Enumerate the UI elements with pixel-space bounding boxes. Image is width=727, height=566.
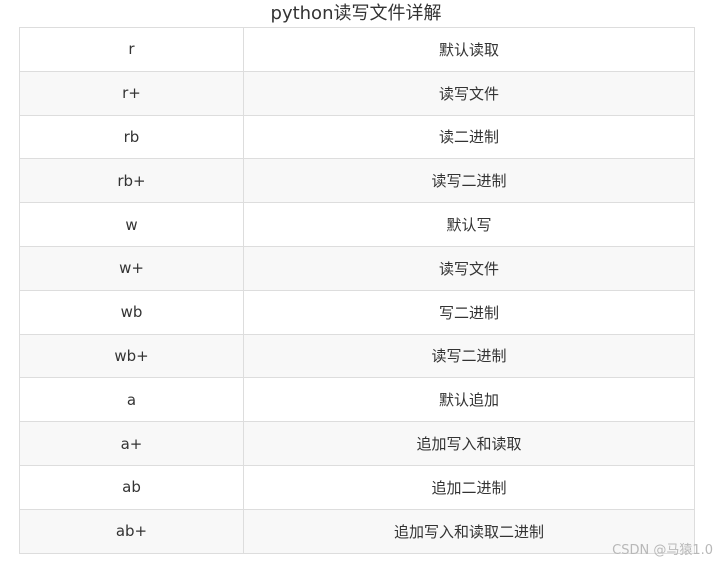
mode-cell: a	[19, 377, 244, 423]
mode-cell: a+	[19, 421, 244, 466]
description-cell: 写二进制	[243, 289, 695, 335]
mode-cell: w+	[19, 245, 244, 291]
description-cell: 读写二进制	[243, 158, 695, 204]
mode-cell: r+	[19, 70, 244, 116]
description-cell: 读写文件	[243, 70, 695, 116]
mode-cell: w	[19, 202, 244, 247]
mode-cell: r	[19, 27, 244, 72]
mode-cell: wb+	[19, 333, 244, 379]
mode-cell: rb+	[19, 158, 244, 204]
table-row: wb 写二进制	[19, 289, 695, 335]
table-caption: python读写文件详解	[270, 3, 442, 24]
description-cell: 默认追加	[243, 377, 695, 423]
table-row: ab+ 追加写入和读取二进制	[19, 508, 695, 554]
description-cell: 读写二进制	[243, 333, 695, 379]
description-cell: 读二进制	[243, 114, 695, 160]
mode-cell: rb	[19, 114, 244, 160]
description-cell: 默认读取	[243, 27, 695, 72]
table-row: a+ 追加写入和读取	[19, 421, 695, 466]
mode-cell: wb	[19, 289, 244, 335]
description-cell: 追加二进制	[243, 464, 695, 510]
table-row: r+ 读写文件	[19, 70, 695, 116]
table-row: rb+ 读写二进制	[19, 158, 695, 204]
table-row: w 默认写	[19, 202, 695, 247]
table-row: r 默认读取	[19, 27, 695, 72]
table-row: a 默认追加	[19, 377, 695, 423]
table-row: wb+ 读写二进制	[19, 333, 695, 379]
description-cell: 读写文件	[243, 245, 695, 291]
mode-cell: ab	[19, 464, 244, 510]
mode-cell: ab+	[19, 508, 244, 554]
description-cell: 追加写入和读取	[243, 421, 695, 466]
description-cell: 默认写	[243, 202, 695, 247]
table-row: rb 读二进制	[19, 114, 695, 160]
table-row: w+ 读写文件	[19, 245, 695, 291]
csdn-watermark: CSDN @马猿1.0	[612, 543, 713, 558]
file-mode-table: r 默认读取 r+ 读写文件 rb 读二进制 rb+ 读写二进制 w 默认写 w…	[19, 27, 695, 554]
table-row: ab 追加二进制	[19, 464, 695, 510]
